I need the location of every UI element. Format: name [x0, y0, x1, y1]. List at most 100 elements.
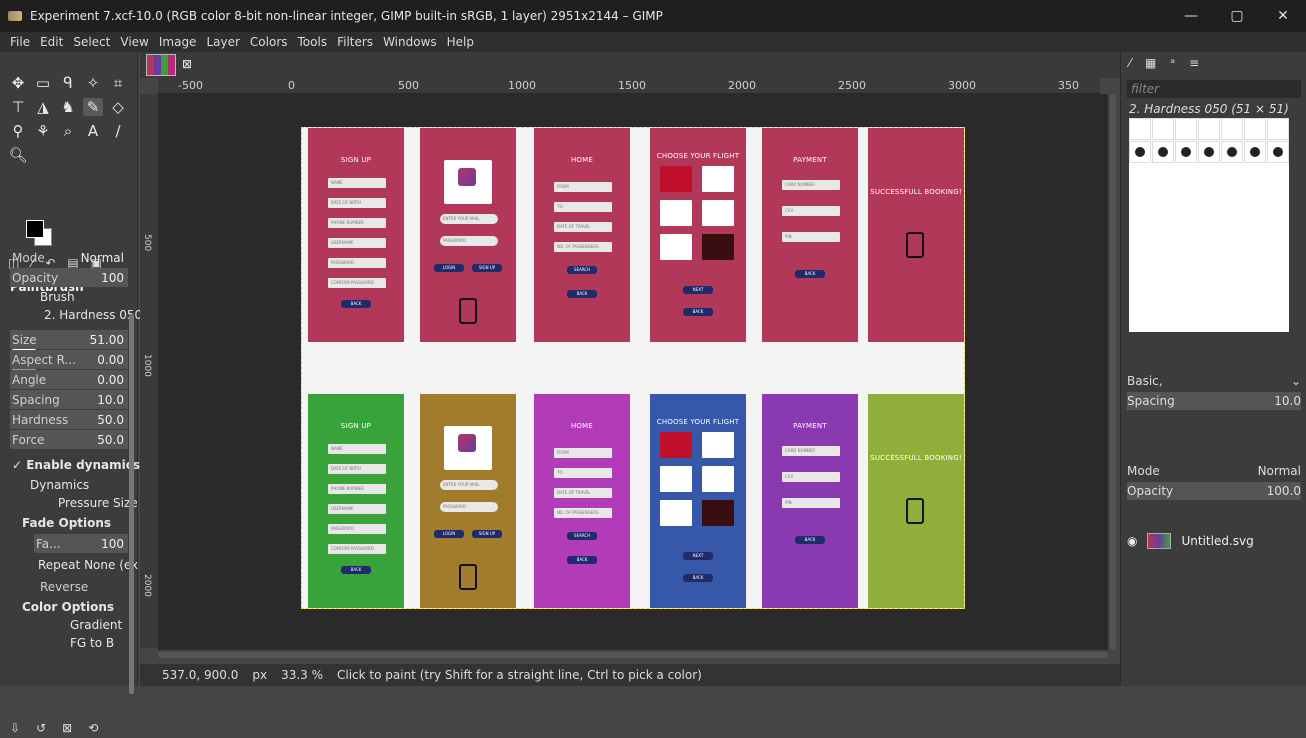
brush-item[interactable]: [1152, 141, 1174, 163]
paintbrush-tool-icon[interactable]: ✎: [83, 98, 103, 116]
maximize-button[interactable]: ▢: [1214, 0, 1260, 32]
brush-item[interactable]: [1221, 141, 1243, 163]
force-slider[interactable]: Force 50.0: [10, 430, 128, 449]
gradient-value[interactable]: FG to B: [70, 636, 114, 650]
zoom-tool-icon[interactable]: 🔍︎: [8, 146, 28, 164]
reverse-checkbox[interactable]: Reverse: [40, 580, 88, 594]
layer-name[interactable]: Untitled.svg: [1181, 534, 1253, 548]
fuzzy-select-tool-icon[interactable]: ✧: [83, 74, 103, 92]
size-value[interactable]: 51.00: [90, 333, 128, 347]
stamp-tool-icon[interactable]: ⚲: [8, 122, 28, 140]
layer-mode-row[interactable]: Mode Normal: [1127, 462, 1301, 480]
close-image-tab-icon[interactable]: ⊠: [182, 57, 192, 71]
visibility-eye-icon[interactable]: ◉: [1127, 534, 1137, 548]
eraser-tool-icon[interactable]: ◇: [108, 98, 128, 116]
mode-value[interactable]: Normal: [81, 251, 128, 265]
brush-item[interactable]: [1152, 118, 1174, 140]
brush-item[interactable]: [1129, 141, 1151, 163]
warp-tool-icon[interactable]: ⊤: [8, 98, 28, 116]
menu-layer[interactable]: Layer: [206, 35, 239, 49]
unit-dropdown[interactable]: px: [252, 668, 267, 682]
brush-item[interactable]: [1129, 118, 1151, 140]
canvas-area[interactable]: SIGN UP NAME DATE OF BIRTH PHONE NUMBER …: [158, 94, 1108, 650]
mode-row[interactable]: Mode Normal: [10, 248, 128, 267]
menu-windows[interactable]: Windows: [383, 35, 437, 49]
brush-item[interactable]: [1244, 141, 1266, 163]
color-picker-tool-icon[interactable]: ⌕: [58, 122, 78, 140]
aspect-value[interactable]: 0.00: [97, 353, 128, 367]
brush-item[interactable]: [1267, 118, 1289, 140]
layer-opacity-slider[interactable]: Opacity 100.0: [1127, 482, 1301, 500]
brush-item[interactable]: [1198, 118, 1220, 140]
smudge-tool-icon[interactable]: ∕: [108, 122, 128, 140]
spacing-value[interactable]: 10.0: [97, 393, 128, 407]
menu-view[interactable]: View: [120, 35, 148, 49]
delete-options-icon[interactable]: ⊠: [62, 721, 72, 735]
tool-options-scrollbar[interactable]: [129, 314, 134, 694]
layer-row[interactable]: ◉ Untitled.svg: [1127, 530, 1301, 552]
brush-value[interactable]: 2. Hardness 050: [44, 308, 142, 322]
fonts-tab-icon[interactable]: ᵃ: [1170, 56, 1175, 70]
aspect-slider[interactable]: Aspect R... 0.00: [10, 350, 128, 369]
size-slider[interactable]: Size 51.00: [10, 330, 128, 349]
vertical-ruler[interactable]: 500 1000 2000: [140, 94, 158, 648]
image-canvas[interactable]: SIGN UP NAME DATE OF BIRTH PHONE NUMBER …: [301, 127, 965, 609]
spacing-value[interactable]: 10.0: [1274, 394, 1301, 408]
spacing-slider[interactable]: Spacing 10.0: [10, 390, 128, 409]
enable-dynamics-checkbox[interactable]: ✓ Enable dynamics: [12, 458, 140, 472]
save-options-icon[interactable]: ⇩: [10, 721, 20, 735]
menu-image[interactable]: Image: [159, 35, 197, 49]
opacity-slider[interactable]: Opacity 100: [10, 268, 128, 287]
layer-mode-value[interactable]: Normal: [1258, 464, 1301, 478]
color-options-label[interactable]: Color Options: [22, 600, 114, 614]
angle-slider[interactable]: Angle 0.00: [10, 370, 128, 389]
brushes-tab-icon[interactable]: ⁄: [1129, 56, 1131, 70]
clone-tool-icon[interactable]: ♞: [58, 98, 78, 116]
fade-length-slider[interactable]: Fa... 100: [34, 534, 128, 553]
minimize-button[interactable]: —: [1168, 0, 1214, 32]
canvas-vertical-scrollbar[interactable]: [1110, 94, 1116, 650]
reset-options-icon[interactable]: ⟲: [88, 721, 98, 735]
brush-spacing-slider[interactable]: Spacing 10.0: [1127, 392, 1301, 410]
canvas-horizontal-scrollbar[interactable]: [158, 652, 1108, 658]
brush-item[interactable]: [1175, 141, 1197, 163]
force-value[interactable]: 50.0: [97, 433, 128, 447]
bucket-fill-tool-icon[interactable]: ◮: [33, 98, 53, 116]
fade-value[interactable]: 100: [101, 537, 128, 551]
preset-value[interactable]: Basic,: [1127, 374, 1163, 388]
foreground-color-swatch[interactable]: [26, 220, 44, 238]
preset-dropdown[interactable]: Basic, ⌄: [1127, 372, 1301, 390]
menu-help[interactable]: Help: [447, 35, 474, 49]
menu-select[interactable]: Select: [73, 35, 110, 49]
dynamics-value[interactable]: Pressure Size: [58, 496, 138, 510]
opacity-value[interactable]: 100: [101, 271, 128, 285]
layer-opacity-value[interactable]: 100.0: [1267, 484, 1301, 498]
brush-item[interactable]: [1221, 118, 1243, 140]
brush-item[interactable]: [1244, 118, 1266, 140]
menu-tools[interactable]: Tools: [298, 35, 328, 49]
restore-options-icon[interactable]: ↺: [36, 721, 46, 735]
fade-options-label[interactable]: Fade Options: [22, 516, 111, 530]
hardness-value[interactable]: 50.0: [97, 413, 128, 427]
document-history-tab-icon[interactable]: ≡: [1189, 56, 1199, 70]
text-tool-icon[interactable]: A: [83, 122, 103, 140]
zoom-dropdown[interactable]: 33.3 %: [281, 668, 323, 682]
angle-value[interactable]: 0.00: [97, 373, 128, 387]
crop-tool-icon[interactable]: ⌗: [108, 74, 128, 92]
move-tool-icon[interactable]: ✥: [8, 74, 28, 92]
menu-filters[interactable]: Filters: [337, 35, 373, 49]
brush-item[interactable]: [1175, 118, 1197, 140]
menu-edit[interactable]: Edit: [40, 35, 63, 49]
fg-bg-colors[interactable]: [26, 220, 52, 246]
image-tab-thumbnail[interactable]: [146, 54, 176, 76]
close-button[interactable]: ✕: [1260, 0, 1306, 32]
brush-filter-input[interactable]: filter: [1127, 80, 1301, 98]
brush-item[interactable]: [1198, 141, 1220, 163]
horizontal-ruler[interactable]: -500 0 500 1000 1500 2000 2500 3000 350: [158, 78, 1100, 94]
rect-select-tool-icon[interactable]: ▭: [33, 74, 53, 92]
patterns-tab-icon[interactable]: ▦: [1145, 56, 1156, 70]
lasso-tool-icon[interactable]: ᑫ: [58, 74, 78, 92]
brush-grid[interactable]: [1129, 118, 1289, 332]
repeat-dropdown[interactable]: Repeat None (ex: [38, 558, 138, 572]
brush-item[interactable]: [1267, 141, 1289, 163]
